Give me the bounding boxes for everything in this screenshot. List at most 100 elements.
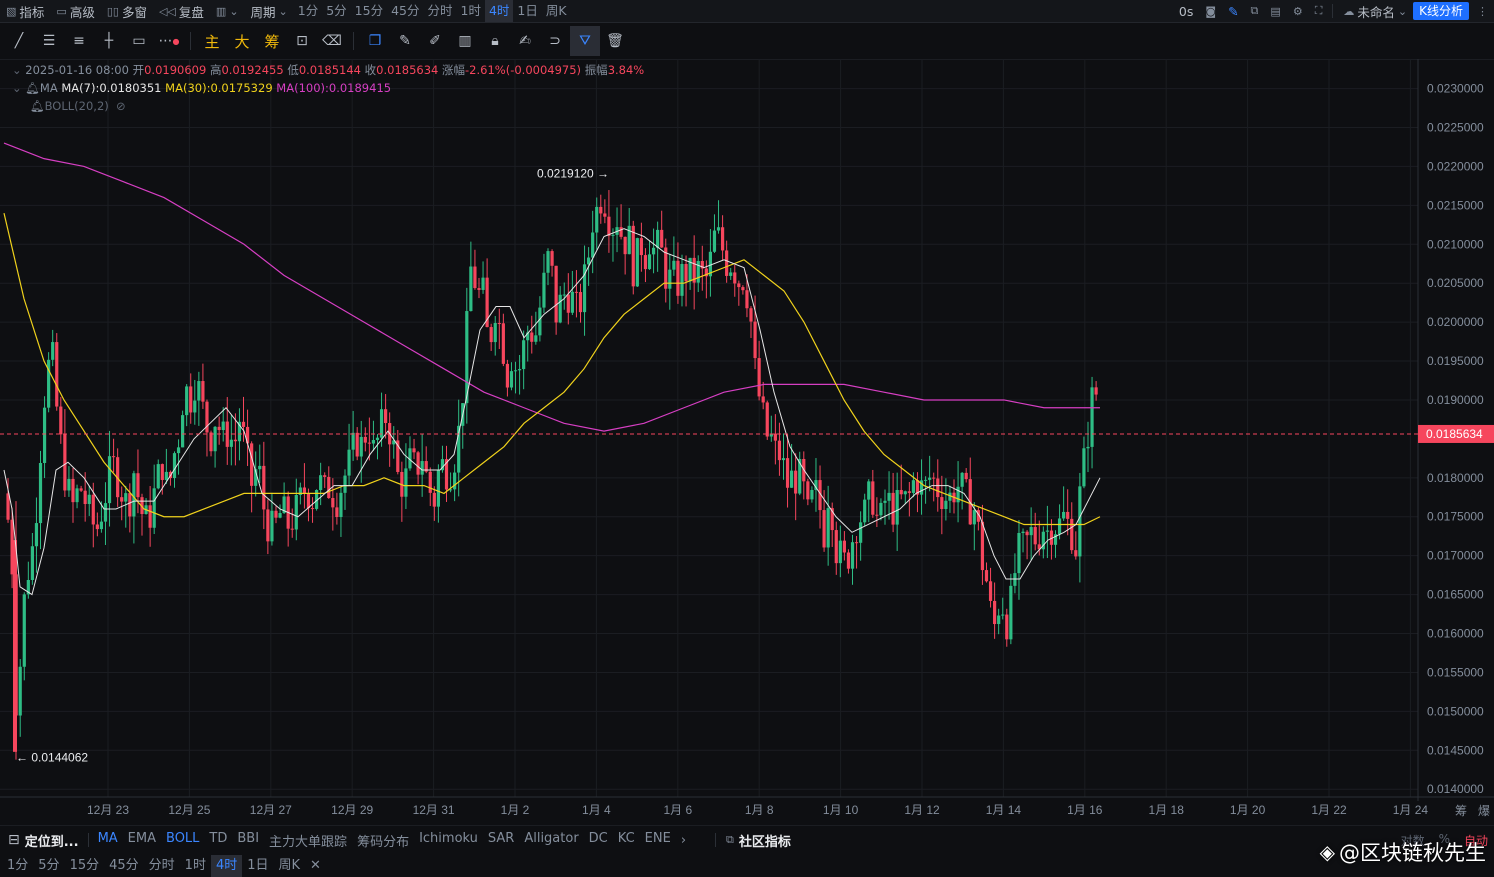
layout-select[interactable]: ☁ 未命名 ⌄	[1337, 0, 1413, 22]
timeframe-tab-2[interactable]: 15分	[351, 0, 387, 22]
replay-button[interactable]: ◁◁ 复盘	[153, 0, 210, 22]
popout-icon[interactable]: ⧉	[1245, 0, 1265, 22]
lock-icon[interactable]: 🔒︎	[480, 26, 510, 56]
more-icon[interactable]: ⋮	[1471, 0, 1494, 22]
candle-body	[757, 358, 761, 397]
candles-icon[interactable]: ▥	[450, 26, 480, 56]
candle-body	[745, 290, 749, 309]
candle-body	[185, 386, 189, 416]
advanced-button[interactable]: ▭ 高级	[50, 0, 100, 22]
fullscreen-icon[interactable]: ⛶	[1309, 0, 1329, 22]
timeframe-tab-8[interactable]: 周K	[542, 0, 571, 22]
template-icon[interactable]: ▤	[1264, 0, 1286, 22]
timeframe-tab-6[interactable]: 4时	[484, 0, 514, 22]
timeframe-tab-4[interactable]: 分时	[423, 0, 456, 22]
candle-body	[432, 492, 436, 507]
candle-body	[319, 475, 323, 491]
candle-body	[826, 508, 830, 548]
more-tools-icon[interactable]: ⋯ ●	[154, 26, 184, 56]
collapse-icon[interactable]: ⌄	[12, 63, 22, 77]
indicator-tab-2[interactable]: BOLL	[161, 831, 204, 850]
trash-icon[interactable]: 🗑︎	[600, 26, 630, 56]
main-force-icon[interactable]: 主	[197, 26, 227, 56]
indicator-tab-5[interactable]: 主力大单跟踪	[264, 831, 352, 850]
pencil-icon[interactable]: ✎	[390, 26, 420, 56]
kline-analysis-button[interactable]: K线分析	[1413, 2, 1469, 20]
indicator-tab-12[interactable]: ENE	[640, 831, 676, 850]
chip-icon[interactable]: 筹	[257, 26, 287, 56]
eye-off-icon[interactable]: ⊘	[112, 99, 126, 113]
candle-body	[749, 308, 753, 322]
chip-corner-label[interactable]: 筹	[1455, 802, 1467, 819]
locate-button[interactable]: 定位到...	[20, 831, 84, 850]
bottom-timeframe-tab-4[interactable]: 分时	[144, 855, 180, 877]
candle-body	[128, 493, 132, 517]
bottom-timeframe-tab-6[interactable]: 4时	[210, 855, 243, 877]
indicator-tab-8[interactable]: SAR	[483, 831, 519, 850]
y-tick-label: 0.0230000	[1427, 82, 1484, 96]
indicator-tab-6[interactable]: 筹码分布	[352, 831, 414, 850]
notes-icon[interactable]: ✍	[510, 26, 540, 56]
timeframe-tab-7[interactable]: 1日	[513, 0, 541, 22]
multi-window-button[interactable]: ▯▯ 多窗	[101, 0, 153, 22]
close-icon[interactable]: ✕	[305, 855, 326, 877]
timeframe-tab-0[interactable]: 1分	[294, 0, 322, 22]
grid	[0, 59, 1418, 797]
candle-body	[850, 542, 855, 569]
candle-body	[765, 402, 769, 437]
eraser-icon[interactable]: ⌫	[317, 26, 347, 56]
parallel-lines-icon[interactable]: ≡	[64, 26, 94, 56]
bottom-timeframe-tab-3[interactable]: 45分	[104, 855, 144, 877]
timeframe-tab-5[interactable]: 1时	[457, 0, 485, 22]
chart-type-button[interactable]: ▥ ⌄	[210, 0, 245, 22]
candle-body	[1090, 387, 1094, 447]
indicator-tab-10[interactable]: DC	[584, 831, 613, 850]
draw-pen-icon[interactable]: ✎	[1222, 0, 1244, 22]
bell-icon[interactable]: 🔔︎	[30, 99, 45, 113]
indicator-tab-1[interactable]: EMA	[123, 831, 161, 850]
horizontal-lines-icon[interactable]: ☰	[34, 26, 64, 56]
community-indicators-button[interactable]: 社区指标	[734, 831, 796, 850]
indicator-tab-11[interactable]: KC	[613, 831, 640, 850]
indicator-tab-9[interactable]: Alligator	[519, 831, 583, 850]
candle-body	[1094, 387, 1098, 395]
bottom-timeframe-tab-7[interactable]: 1日	[242, 855, 273, 877]
filter-icon[interactable]: ⛛	[570, 26, 600, 56]
bottom-timeframe-tab-5[interactable]: 1时	[180, 855, 211, 877]
timeframe-tab-3[interactable]: 45分	[387, 0, 423, 22]
bottom-timeframe-tab-8[interactable]: 周K	[274, 855, 306, 877]
settings-icon[interactable]: ⚙	[1287, 0, 1309, 22]
candle-body	[339, 492, 343, 517]
candle-body	[903, 491, 907, 495]
large-order-icon[interactable]: 大	[227, 26, 257, 56]
trend-line-icon[interactable]: ╱	[4, 26, 34, 56]
brush-icon[interactable]: ✐	[420, 26, 450, 56]
camera-icon[interactable]: ◙	[1199, 0, 1222, 22]
candle-body	[63, 434, 67, 491]
price-chart[interactable]: 12月 23 12月 25 12月 27 12月 29 12月 31 1月 2 1月 4 1月…	[0, 59, 1494, 825]
chevron-down-icon: ⌄	[278, 4, 288, 18]
candle-body	[111, 456, 116, 458]
collapse-icon[interactable]: ⌄	[12, 81, 22, 95]
indicator-tab-4[interactable]: BBI	[232, 831, 264, 850]
scroll-right-icon[interactable]: ›	[676, 833, 691, 848]
bottom-timeframe-tab-2[interactable]: 15分	[65, 855, 105, 877]
indicators-button[interactable]: ▧ 指标	[0, 0, 50, 22]
x-tick-label: 12月 25	[168, 803, 210, 817]
candle-body	[347, 449, 351, 476]
change-value: -2.61%(-0.0004975)	[465, 63, 582, 77]
indicator-tab-3[interactable]: TD	[204, 831, 232, 850]
period-button[interactable]: 周期 ⌄	[245, 0, 294, 22]
copy-icon[interactable]: ❐	[360, 26, 390, 56]
indicator-tab-7[interactable]: Ichimoku	[414, 831, 483, 850]
bottom-timeframe-tab-1[interactable]: 5分	[33, 855, 64, 877]
magnet-icon[interactable]: ⊃	[540, 26, 570, 56]
bottom-timeframe-tab-0[interactable]: 1分	[2, 855, 33, 877]
rectangle-icon[interactable]: ▭	[124, 26, 154, 56]
compare-icon[interactable]: ⊡	[287, 26, 317, 56]
horizontal-ray-icon[interactable]: ┼	[94, 26, 124, 56]
timeframe-tab-1[interactable]: 5分	[322, 0, 350, 22]
bell-icon[interactable]: 🔔︎	[25, 81, 40, 95]
liquidation-corner-label[interactable]: 爆	[1478, 802, 1490, 819]
indicator-tab-0[interactable]: MA	[93, 831, 123, 850]
